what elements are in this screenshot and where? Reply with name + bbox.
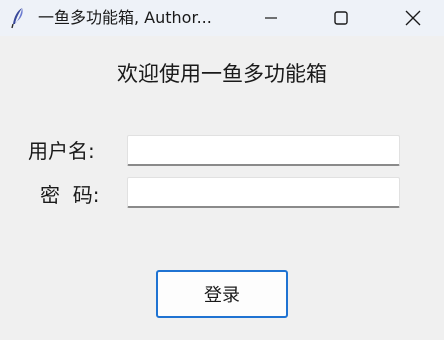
minimize-button[interactable] bbox=[248, 0, 294, 36]
close-icon bbox=[405, 10, 421, 26]
app-window: 一鱼多功能箱, Author... 欢迎使用一鱼多功能箱 用户名: 密 码: 登… bbox=[0, 0, 444, 340]
window-title: 一鱼多功能箱, Author... bbox=[38, 8, 212, 27]
password-input[interactable] bbox=[127, 177, 400, 208]
username-label: 用户名: bbox=[28, 139, 95, 163]
title-bar[interactable]: 一鱼多功能箱, Author... bbox=[0, 0, 444, 36]
login-button[interactable]: 登录 bbox=[156, 270, 288, 318]
login-button-label: 登录 bbox=[204, 285, 240, 306]
login-panel: 欢迎使用一鱼多功能箱 用户名: 密 码: 登录 bbox=[0, 36, 444, 340]
maximize-icon bbox=[334, 11, 348, 25]
password-label: 密 码: bbox=[40, 183, 100, 207]
feather-icon bbox=[11, 8, 23, 29]
close-button[interactable] bbox=[390, 0, 436, 36]
maximize-button[interactable] bbox=[318, 0, 364, 36]
username-input[interactable] bbox=[127, 135, 400, 166]
minimize-icon bbox=[265, 17, 277, 19]
welcome-heading: 欢迎使用一鱼多功能箱 bbox=[117, 62, 327, 86]
